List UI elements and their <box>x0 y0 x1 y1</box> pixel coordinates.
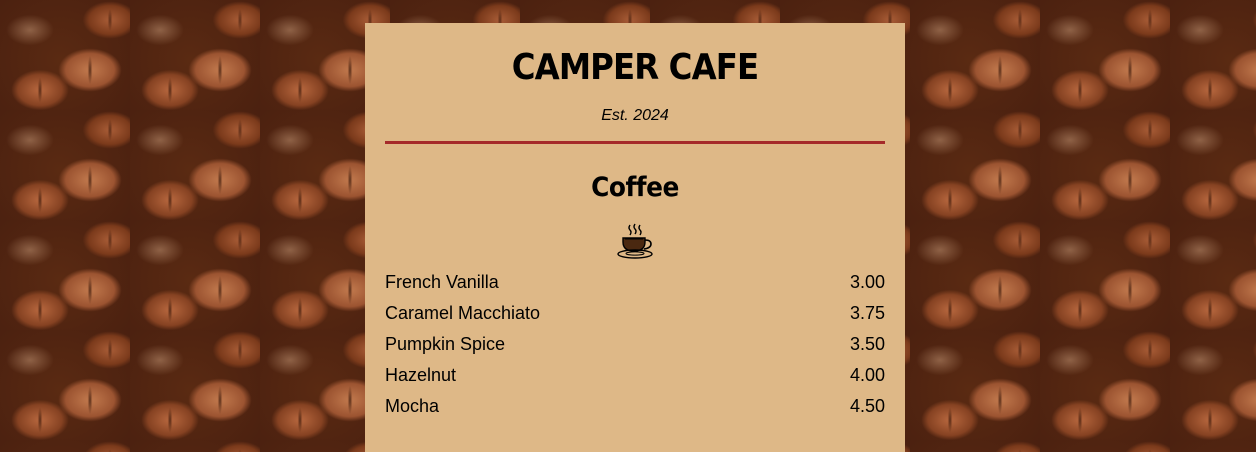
item-name: French Vanilla <box>385 272 499 292</box>
menu-card: CAMPER CAFE Est. 2024 Coffee French Vani… <box>365 23 905 452</box>
coffee-cup-icon <box>617 223 653 259</box>
established-text: Est. 2024 <box>601 107 669 124</box>
cafe-name: CAMPER CAFE <box>511 47 759 88</box>
list-item: French Vanilla 3.00 <box>385 267 885 298</box>
item-name: Caramel Macchiato <box>385 303 541 323</box>
item-price: 4.00 <box>849 365 885 385</box>
item-name: Mocha <box>385 396 440 416</box>
item-name: Hazelnut <box>385 365 457 385</box>
list-item: Hazelnut 4.00 <box>385 360 885 391</box>
divider <box>385 141 885 144</box>
item-price: 4.50 <box>849 396 885 416</box>
list-item: Caramel Macchiato 3.75 <box>385 298 885 329</box>
item-price: 3.75 <box>849 303 885 323</box>
item-name: Pumpkin Spice <box>385 334 506 354</box>
coffee-items-list: French Vanilla 3.00 Caramel Macchiato 3.… <box>385 267 885 422</box>
coffee-section: Coffee French Vanilla 3.00 Caramel Macch… <box>385 172 885 422</box>
item-price: 3.00 <box>849 272 885 292</box>
list-item: Pumpkin Spice 3.50 <box>385 329 885 360</box>
section-title: Coffee <box>591 172 679 203</box>
item-price: 3.50 <box>849 334 885 354</box>
list-item: Mocha 4.50 <box>385 391 885 422</box>
